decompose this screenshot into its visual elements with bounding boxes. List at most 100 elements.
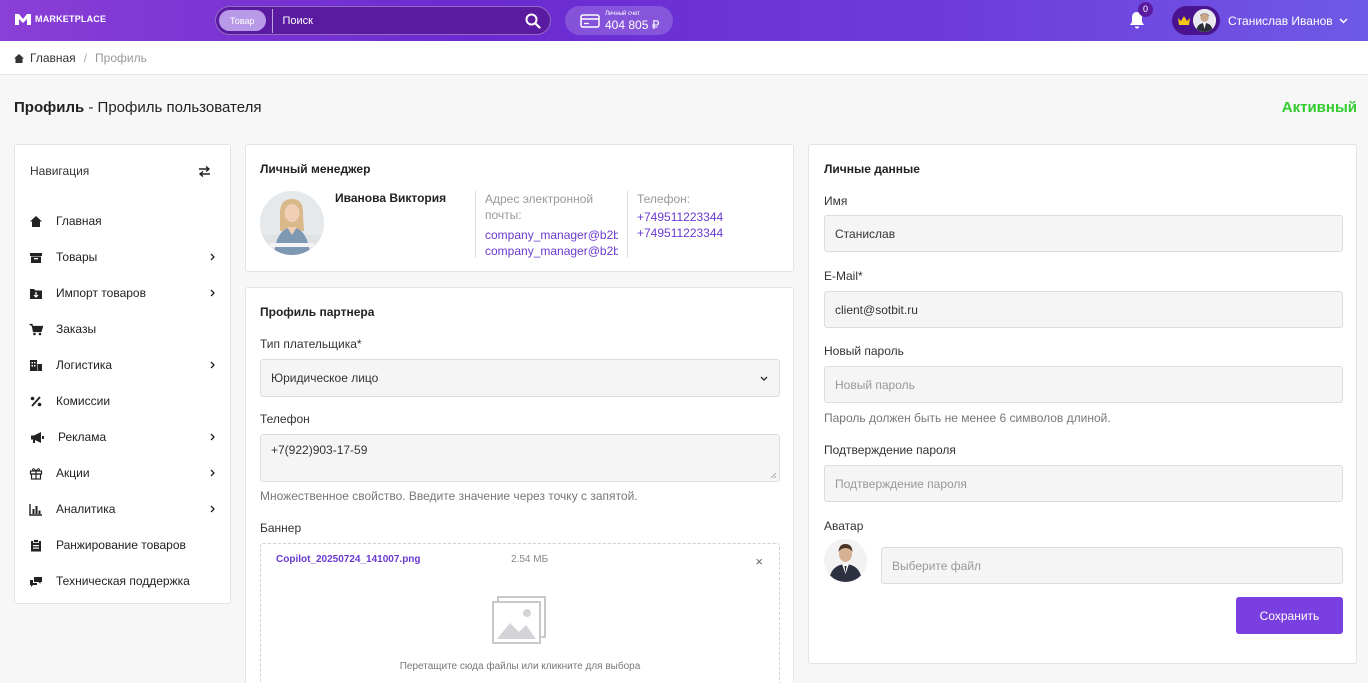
box-icon [30,252,42,263]
sidebar-item-commissions[interactable]: Комиссии [15,383,230,419]
new-password-field[interactable]: Новый пароль [824,366,1343,403]
chevron-right-icon [210,505,215,513]
sidebar-item-label: Техническая поддержка [56,574,190,588]
sidebar-item-promotions[interactable]: Акции [15,455,230,491]
logo[interactable]: MARKETPLACE [14,12,106,26]
confirm-password-placeholder: Подтверждение пароля [835,476,967,491]
sidebar-item-label: Логистика [56,358,113,372]
chevron-right-icon [210,289,215,297]
sidebar-item-ads[interactable]: Реклама [15,419,230,455]
sidebar-item-label: Комиссии [56,394,111,408]
breadcrumb-home-link[interactable]: Главная [30,51,76,65]
chevron-right-icon [210,433,215,441]
partner-phone-hint: Множественное свойство. Введите значение… [260,489,638,503]
sidebar-item-support[interactable]: Техническая поддержка [15,563,230,599]
search-category-button[interactable]: Товар [219,10,266,31]
chevron-right-icon [210,253,215,261]
partner-phone-textarea[interactable]: +7(922)903-17-59 [260,434,780,482]
first-name-value: Станислав [835,226,896,241]
sidebar-item-orders[interactable]: Заказы [15,311,230,347]
resize-handle-icon[interactable] [770,472,777,479]
partner-phone-value: +7(922)903-17-59 [271,443,368,457]
search-input[interactable] [272,14,525,27]
sidebar-item-label: Импорт товаров [56,286,146,300]
confirm-password-label: Подтверждение пароля [824,443,956,457]
email-value: client@sotbit.ru [835,302,918,317]
sidebar-item-label: Акции [56,466,90,480]
new-password-label: Новый пароль [824,344,904,358]
personal-data-panel: Личные данные Имя Станислав E-Mail* clie… [808,144,1357,664]
top-header: MARKETPLACE Товар Личный счет 404 805 ₽ … [0,0,1368,41]
sidebar-item-ranking[interactable]: Ранжирование товаров [15,527,230,563]
cart-icon [29,323,43,335]
sidebar-item-label: Товары [56,250,98,264]
manager-email-link[interactable]: company_manager@b2bmarket.ru [485,227,618,243]
sidebar-item-label: Ранжирование товаров [56,538,186,552]
payer-type-select[interactable]: Юридическое лицо [260,359,780,397]
status-badge: Активный [1281,99,1357,116]
sidebar-item-import[interactable]: Импорт товаров [15,275,230,311]
sidebar-item-label: Главная [56,214,102,228]
personal-manager-panel: Личный менеджер Иванова Виктория Адрес э… [245,144,794,272]
new-password-placeholder: Новый пароль [835,377,915,392]
breadcrumb-separator: / [83,51,88,65]
swap-arrows-icon[interactable] [198,166,211,177]
page-title-bold: Профиль [14,99,85,116]
sidebar-item-label: Реклама [58,430,107,444]
remove-file-icon[interactable]: × [755,554,763,569]
credit-card-icon [580,13,600,28]
sidebar-item-logistics[interactable]: Логистика [15,347,230,383]
banner-dropzone[interactable]: Copilot_20250724_141007.png 2.54 МБ × Пе… [260,543,780,683]
email-field[interactable]: client@sotbit.ru [824,291,1343,328]
search-bar: Товар [215,6,551,35]
chevron-down-icon [1339,17,1348,24]
account-balance[interactable]: Личный счет 404 805 ₽ [565,6,673,35]
manager-phone-link[interactable]: +749511223344 [637,209,777,225]
breadcrumb-bar: Главная / Профиль [0,41,1368,75]
image-placeholder-icon [492,596,546,644]
manager-phone-link[interactable]: +749511223344 [637,225,777,241]
sidebar-item-home[interactable]: Главная [15,203,230,239]
user-menu[interactable]: Станислав Иванов [1172,6,1352,35]
megaphone-icon [31,431,44,443]
banner-file-size: 2.54 МБ [511,554,549,565]
sidebar-item-products[interactable]: Товары [15,239,230,275]
manager-email-link[interactable]: company_manager@b2bmarket.ru [485,243,618,259]
banner-drop-text: Перетащите сюда файлы или кликните для в… [399,661,641,672]
password-hint: Пароль должен быть не менее 6 символов д… [824,411,1111,425]
chevron-down-icon [760,376,768,381]
personal-section-title: Личные данные [824,162,920,176]
page-title-rest: - Профиль пользователя [84,99,262,116]
avatar-file-input[interactable]: Выберите файл [881,547,1343,584]
home-icon [14,53,24,63]
sidebar-item-label: Заказы [56,322,97,336]
email-label: E-Mail* [824,269,863,283]
chat-icon [30,576,42,587]
home-icon [30,215,42,227]
banner-label: Баннер [260,521,302,535]
sidebar-item-label: Аналитика [56,502,116,516]
payer-type-label: Тип плательщика* [260,337,362,351]
gift-icon [29,467,43,480]
manager-email-column: Адрес электронной почты: company_manager… [475,191,618,258]
avatar-label: Аватар [824,519,864,533]
building-icon [30,359,42,371]
first-name-field[interactable]: Станислав [824,215,1343,252]
chevron-right-icon [210,469,215,477]
chart-icon [29,503,42,516]
manager-phone-label: Телефон: [637,192,691,206]
search-icon[interactable] [525,13,541,29]
notification-count-badge: 0 [1138,2,1153,17]
partner-section-title: Профиль партнера [260,305,375,319]
logo-mark-icon [15,14,31,25]
logo-text: MARKETPLACE [35,14,107,24]
clipboard-icon [31,538,41,551]
crown-icon [1178,16,1190,25]
account-value: 404 805 ₽ [605,18,660,32]
sidebar-item-analytics[interactable]: Аналитика [15,491,230,527]
save-button[interactable]: Сохранить [1236,597,1343,634]
payer-type-value: Юридическое лицо [271,371,379,385]
confirm-password-field[interactable]: Подтверждение пароля [824,465,1343,502]
page-title: Профиль - Профиль пользователя [14,99,261,116]
banner-file-name[interactable]: Copilot_20250724_141007.png [276,554,421,565]
